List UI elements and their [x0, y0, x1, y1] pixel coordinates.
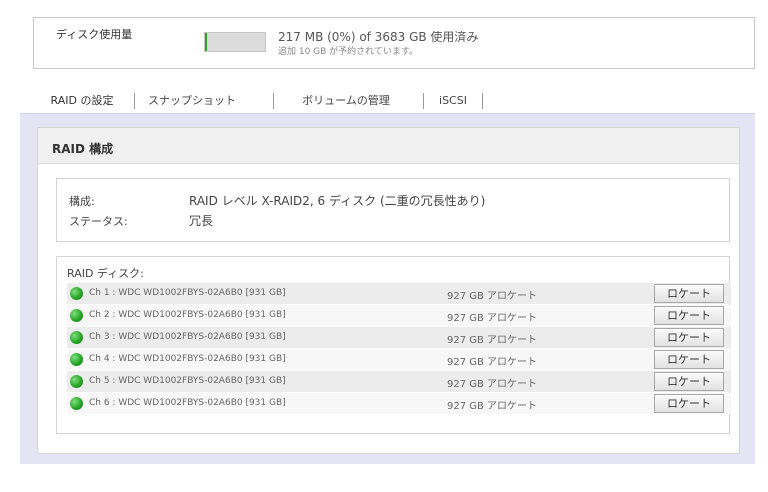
raid-config-panel: RAID 構成 構成: RAID レベル X-RAID2, 6 ディスク (二重… [37, 127, 740, 454]
raid-disks-box: RAID ディスク: Ch 1 : WDC WD1002FBYS-02A6B0 … [56, 256, 731, 434]
disk-name: Ch 3 : WDC WD1002FBYS-02A6B0 [931 GB] [89, 332, 286, 342]
disk-status-icon [70, 287, 83, 300]
disk-row: Ch 2 : WDC WD1002FBYS-02A6B0 [931 GB] 92… [67, 305, 731, 326]
tab-volume-management[interactable]: ボリュームの管理 [287, 89, 405, 113]
disk-name: Ch 2 : WDC WD1002FBYS-02A6B0 [931 GB] [89, 310, 286, 320]
disk-name: Ch 4 : WDC WD1002FBYS-02A6B0 [931 GB] [89, 354, 286, 364]
disk-status-icon [70, 309, 83, 322]
disk-name: Ch 1 : WDC WD1002FBYS-02A6B0 [931 GB] [89, 288, 286, 298]
raid-panel-header: RAID 構成 [38, 128, 739, 164]
disk-reserved-text: 追加 10 GB が予約されています。 [278, 47, 419, 57]
disk-status-icon [70, 353, 83, 366]
tab-snapshot[interactable]: スナップショット [137, 89, 247, 113]
disk-allocation: 927 GB アロケート [447, 335, 538, 346]
disk-row: Ch 6 : WDC WD1002FBYS-02A6B0 [931 GB] 92… [67, 393, 731, 414]
status-label: ステータス: [69, 215, 128, 228]
tab-separator [482, 93, 483, 109]
locate-button[interactable]: ロケート [654, 350, 724, 369]
disk-allocation: 927 GB アロケート [447, 313, 538, 324]
disk-usage-bar-fill [205, 33, 207, 51]
config-label: 構成: [69, 195, 95, 208]
tab-iscsi[interactable]: iSCSI [427, 89, 479, 113]
locate-button[interactable]: ロケート [654, 328, 724, 347]
disk-row: Ch 5 : WDC WD1002FBYS-02A6B0 [931 GB] 92… [67, 371, 731, 392]
disk-allocation: 927 GB アロケート [447, 291, 538, 302]
disk-usage-text: 217 MB (0%) of 3683 GB 使用済み [278, 30, 479, 44]
locate-button[interactable]: ロケート [654, 372, 724, 391]
locate-button[interactable]: ロケート [654, 306, 724, 325]
raid-disks-title: RAID ディスク: [67, 267, 144, 280]
disk-status-icon [70, 375, 83, 388]
disk-row: Ch 4 : WDC WD1002FBYS-02A6B0 [931 GB] 92… [67, 349, 731, 370]
config-value: RAID レベル X-RAID2, 6 ディスク (二重の冗長性あり) [189, 194, 486, 208]
disk-allocation: 927 GB アロケート [447, 379, 538, 390]
disk-status-icon [70, 331, 83, 344]
disk-name: Ch 5 : WDC WD1002FBYS-02A6B0 [931 GB] [89, 376, 286, 386]
disk-row: Ch 3 : WDC WD1002FBYS-02A6B0 [931 GB] 92… [67, 327, 731, 348]
status-value: 冗長 [189, 214, 214, 228]
disk-allocation: 927 GB アロケート [447, 401, 538, 412]
disk-name: Ch 6 : WDC WD1002FBYS-02A6B0 [931 GB] [89, 398, 286, 408]
disk-status-icon [70, 397, 83, 410]
locate-button[interactable]: ロケート [654, 284, 724, 303]
disk-row: Ch 1 : WDC WD1002FBYS-02A6B0 [931 GB] 92… [67, 283, 731, 304]
tab-raid-settings[interactable]: RAID の設定 [33, 89, 131, 113]
tab-separator [134, 93, 135, 109]
disk-usage-bar [204, 32, 266, 52]
disk-usage-label: ディスク使用量 [56, 28, 133, 41]
disk-usage-panel: ディスク使用量 217 MB (0%) of 3683 GB 使用済み 追加 1… [33, 17, 755, 69]
raid-config-box: 構成: RAID レベル X-RAID2, 6 ディスク (二重の冗長性あり) … [56, 178, 730, 242]
raid-panel-title: RAID 構成 [52, 142, 114, 156]
tab-separator [273, 93, 274, 109]
disk-allocation: 927 GB アロケート [447, 357, 538, 368]
locate-button[interactable]: ロケート [654, 394, 724, 413]
tab-separator [423, 93, 424, 109]
